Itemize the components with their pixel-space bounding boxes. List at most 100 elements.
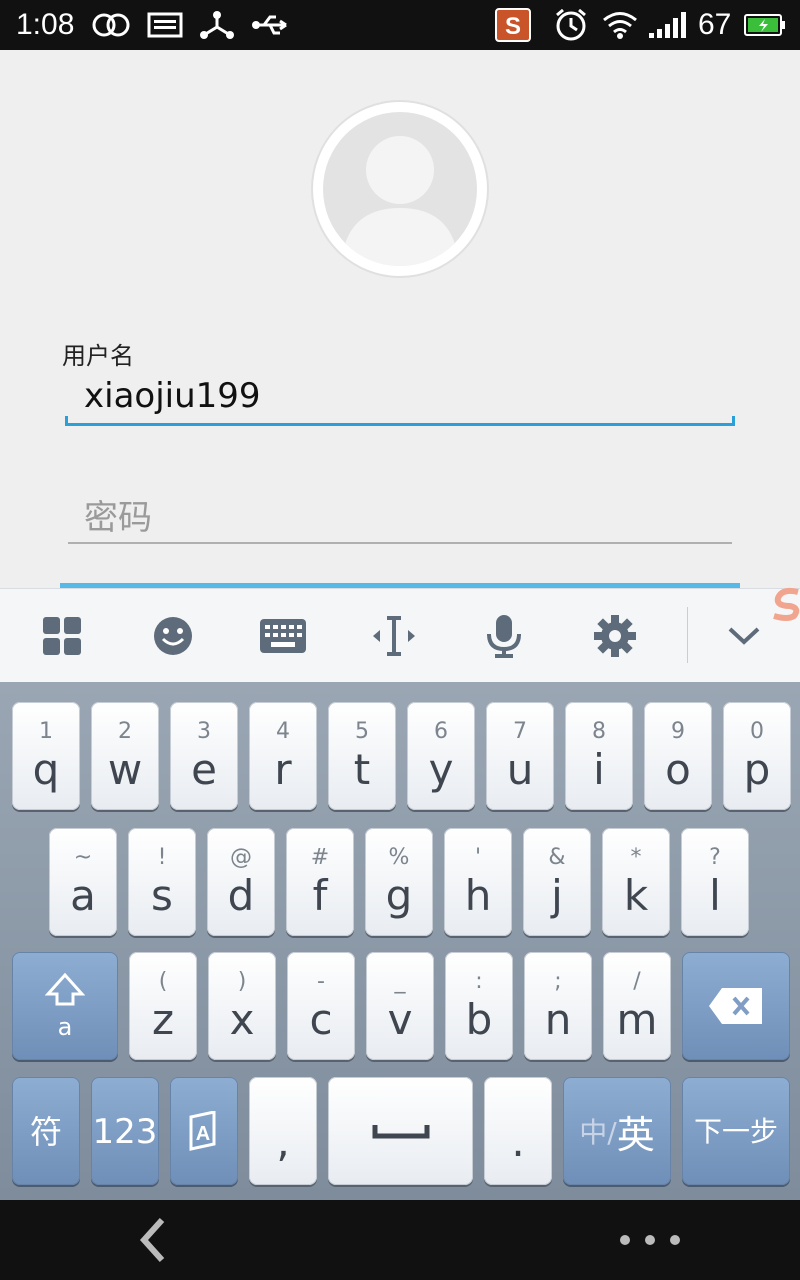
- key-secondary-label: 3: [197, 719, 211, 744]
- microphone-icon[interactable]: [474, 609, 534, 663]
- backspace-key[interactable]: [682, 952, 790, 1060]
- key-f[interactable]: # f: [286, 828, 354, 936]
- key-x[interactable]: ) x: [208, 952, 276, 1060]
- status-bar: 1:08 S 67: [0, 0, 800, 50]
- key-label: q: [32, 745, 60, 794]
- key-secondary-label: /: [633, 969, 641, 994]
- key-q[interactable]: 1q: [12, 702, 80, 810]
- key-secondary-label: 4: [276, 719, 290, 744]
- sogou-float-icon[interactable]: [770, 584, 800, 624]
- key-label: b: [465, 995, 493, 1044]
- avatar[interactable]: [311, 100, 489, 278]
- key-label: i: [593, 745, 605, 794]
- key-secondary-label: (: [158, 969, 168, 994]
- period-key[interactable]: .: [484, 1077, 552, 1185]
- key-k[interactable]: * k: [602, 828, 670, 936]
- key-y[interactable]: 6y: [407, 702, 475, 810]
- key-a[interactable]: ~ a: [49, 828, 117, 936]
- key-label: d: [227, 871, 255, 920]
- next-key[interactable]: 下一步: [682, 1077, 790, 1185]
- key-label: z: [151, 995, 175, 1044]
- key-w[interactable]: 2w: [91, 702, 159, 810]
- key-label: a: [70, 871, 96, 920]
- key-label: v: [387, 995, 413, 1044]
- login-form: 用户名 xiaojiu199 密码: [0, 50, 800, 588]
- grid-menu-icon[interactable]: [32, 609, 92, 663]
- key-m[interactable]: / m: [603, 952, 671, 1060]
- key-label: u: [506, 745, 534, 794]
- toolbar-divider: [687, 607, 688, 663]
- key-j[interactable]: & j: [523, 828, 591, 936]
- key-c[interactable]: -c: [287, 952, 355, 1060]
- key-n[interactable]: ; n: [524, 952, 592, 1060]
- backspace-icon: [709, 988, 762, 1024]
- key-secondary-label: %: [388, 845, 410, 870]
- sogou-input-icon: S: [495, 8, 531, 42]
- symbols-key[interactable]: 符: [12, 1077, 80, 1185]
- key-secondary-label: 1: [39, 719, 53, 744]
- key-u[interactable]: 7u: [486, 702, 554, 810]
- key-secondary-label: *: [630, 845, 642, 870]
- key-d[interactable]: @ d: [207, 828, 275, 936]
- key-secondary-label: ): [237, 969, 247, 994]
- input-mode-key[interactable]: A: [170, 1077, 238, 1185]
- username-field[interactable]: xiaojiu199: [65, 368, 735, 426]
- key-label: y: [428, 745, 454, 794]
- key-i[interactable]: 8i: [565, 702, 633, 810]
- key-secondary-label: 9: [671, 719, 685, 744]
- key-label: k: [623, 871, 649, 920]
- more-options-icon[interactable]: [620, 1225, 680, 1255]
- key-g[interactable]: % g: [365, 828, 433, 936]
- key-label: j: [551, 871, 563, 920]
- key-secondary-label: 2: [118, 719, 132, 744]
- gear-icon[interactable]: [585, 609, 645, 663]
- key-secondary-label: -: [317, 969, 325, 994]
- key-h[interactable]: ' h: [444, 828, 512, 936]
- battery-percent: 67: [698, 8, 732, 41]
- soft-keyboard: 1q2w3e4r5t6y7u8i9o0p ~ a! s @ d # f% g ' h & j * k? l …: [0, 682, 800, 1200]
- key-v[interactable]: _ v: [366, 952, 434, 1060]
- key-label: e: [191, 745, 217, 794]
- key-label: w: [107, 745, 143, 794]
- keyboard-icon[interactable]: [253, 609, 313, 663]
- key-label: l: [709, 871, 721, 920]
- chevron-down-icon[interactable]: [714, 609, 774, 663]
- username-label: 用户名: [62, 342, 134, 370]
- wifi-icon: [602, 10, 638, 40]
- back-arrow-icon[interactable]: [130, 1215, 180, 1265]
- status-time: 1:08: [16, 8, 75, 41]
- key-r[interactable]: 4r: [249, 702, 317, 810]
- key-label: f: [312, 871, 328, 920]
- key-t[interactable]: 5t: [328, 702, 396, 810]
- comma-key[interactable]: ,: [249, 1077, 317, 1185]
- share-icon: [199, 10, 235, 40]
- key-s[interactable]: ! s: [128, 828, 196, 936]
- key-label: n: [544, 995, 572, 1044]
- key-label: t: [353, 745, 371, 794]
- alarm-icon: [553, 9, 589, 41]
- key-z[interactable]: (z: [129, 952, 197, 1060]
- key-label: h: [464, 871, 492, 920]
- key-secondary-label: ': [474, 845, 482, 870]
- key-o[interactable]: 9o: [644, 702, 712, 810]
- space-key[interactable]: [328, 1077, 473, 1185]
- emoji-icon[interactable]: [143, 609, 203, 663]
- key-label: m: [616, 995, 658, 1044]
- signal-icon: [648, 10, 688, 40]
- shift-key[interactable]: a: [12, 952, 118, 1060]
- key-secondary-label: !: [157, 845, 167, 870]
- key-b[interactable]: :b: [445, 952, 513, 1060]
- key-secondary-label: #: [310, 845, 330, 870]
- key-secondary-label: 5: [355, 719, 369, 744]
- key-secondary-label: ~: [73, 845, 93, 870]
- key-p[interactable]: 0p: [723, 702, 791, 810]
- password-field[interactable]: 密码: [68, 486, 732, 544]
- cursor-icon[interactable]: [364, 609, 424, 663]
- key-e[interactable]: 3e: [170, 702, 238, 810]
- key-secondary-label: &: [548, 845, 566, 870]
- key-label: p: [743, 745, 771, 794]
- language-switch-key[interactable]: 中/英: [563, 1077, 671, 1185]
- key-l[interactable]: ? l: [681, 828, 749, 936]
- numbers-key[interactable]: 123: [91, 1077, 159, 1185]
- usb-icon: [250, 10, 292, 40]
